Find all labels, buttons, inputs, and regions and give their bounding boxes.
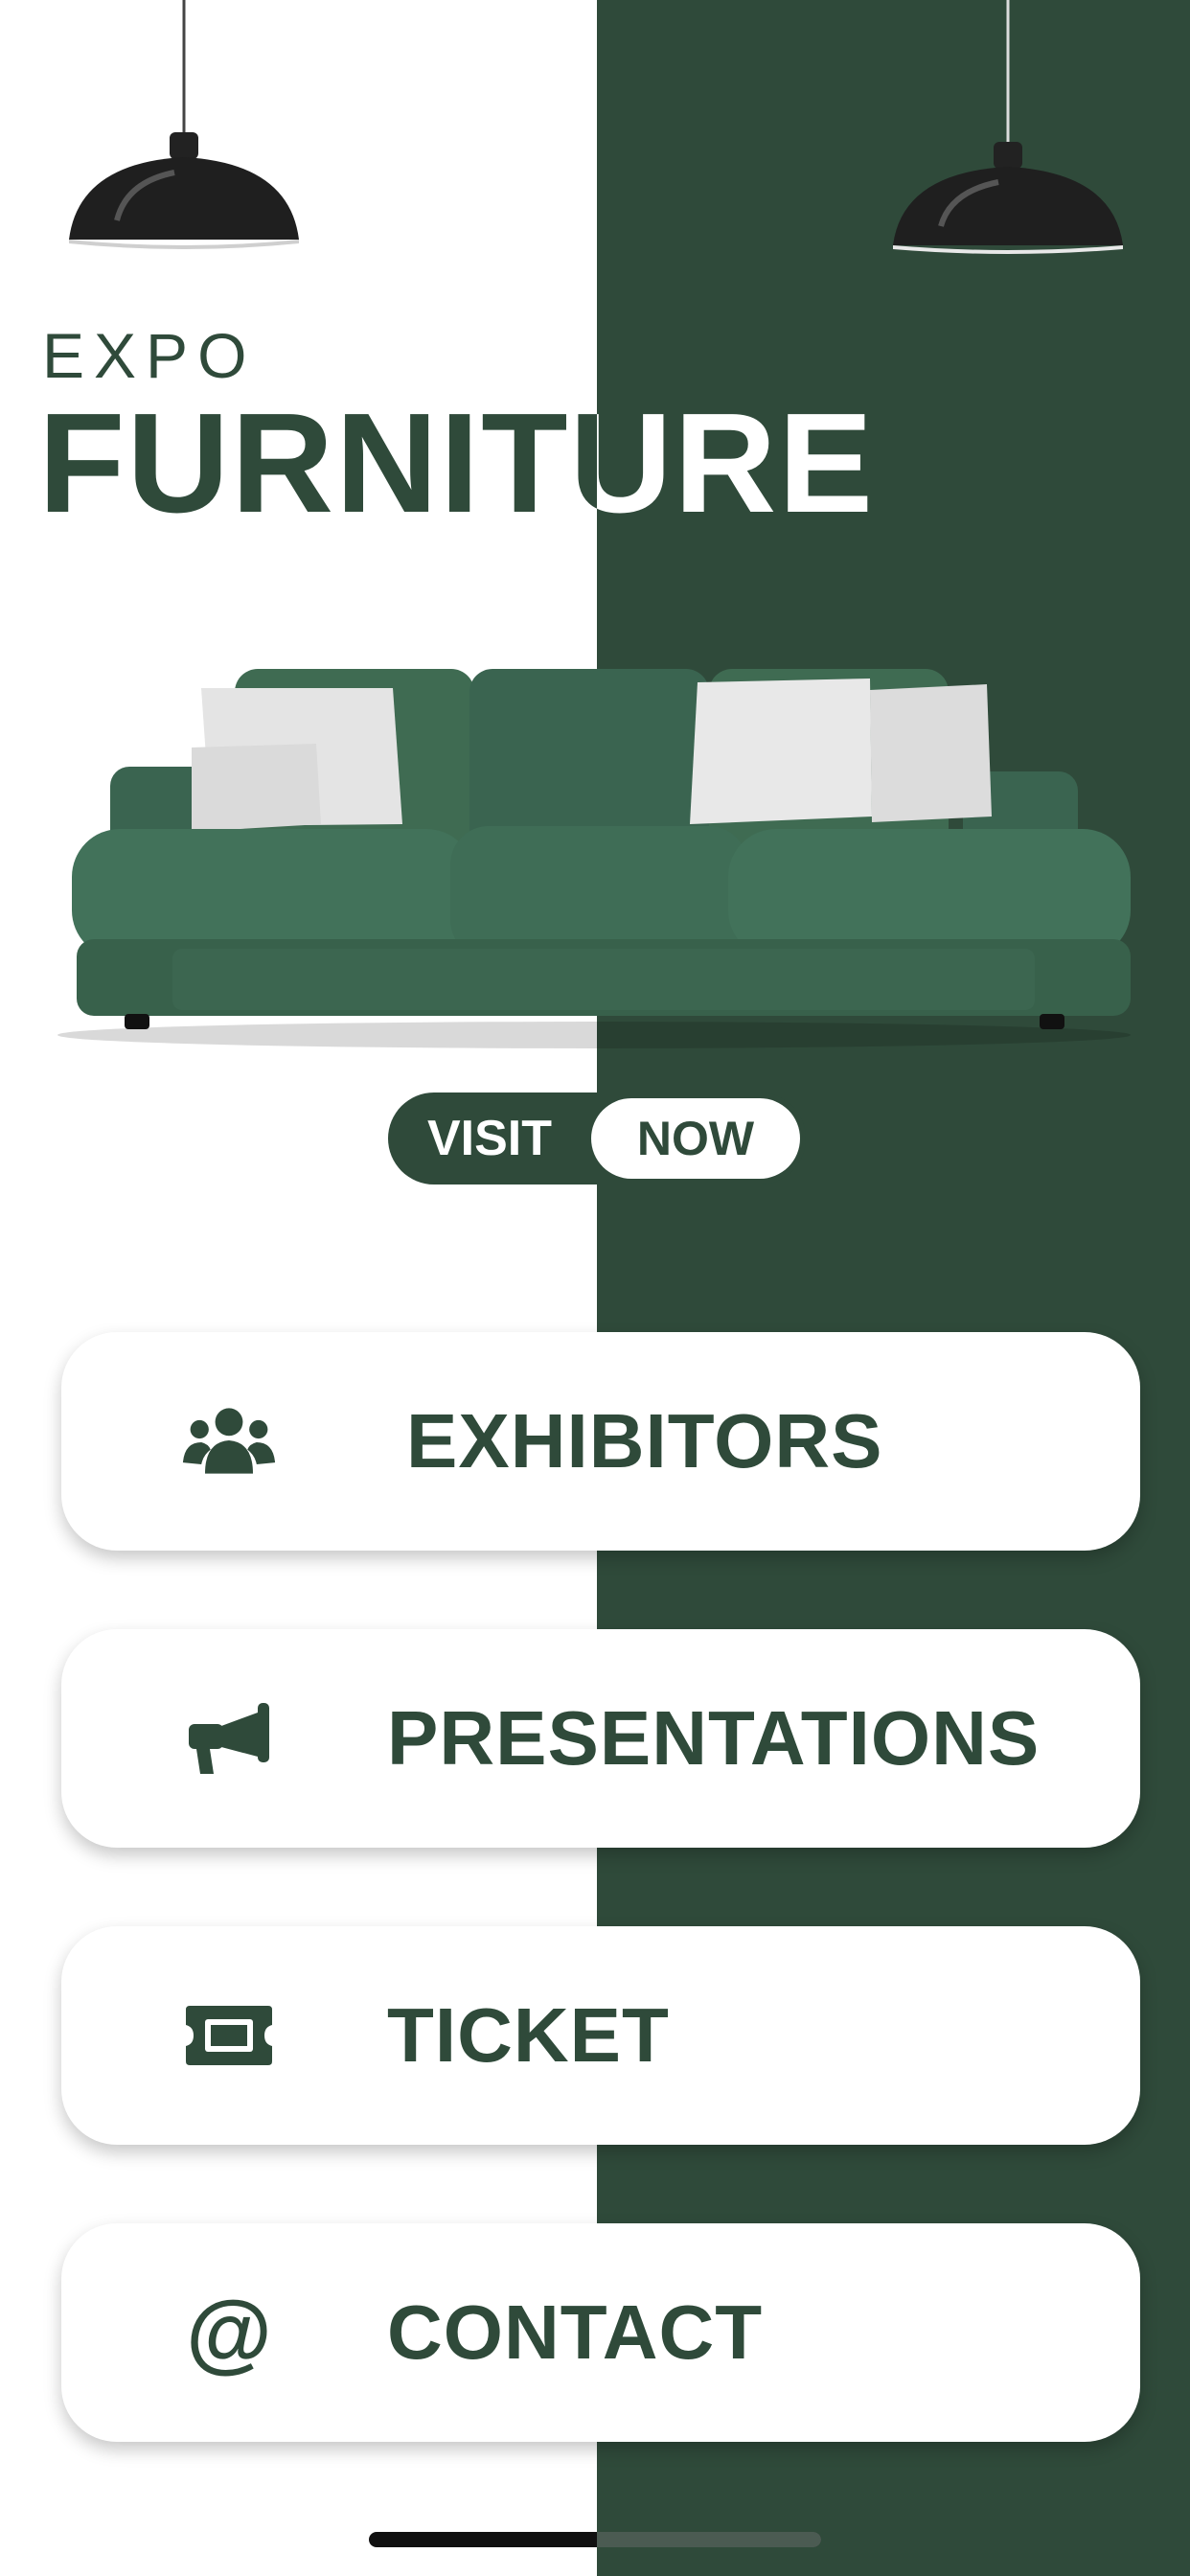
pendant-lamp-right	[893, 0, 1123, 254]
ticket-button[interactable]: TICKET	[61, 1926, 1140, 2145]
ticket-icon	[181, 1988, 277, 2083]
visit-now-button[interactable]: VISIT NOW	[388, 1092, 806, 1184]
background-green-panel	[597, 0, 1190, 2576]
at-sign-glyph: @	[186, 2284, 272, 2381]
now-label: NOW	[591, 1098, 800, 1179]
home-indicator-highlight	[597, 2532, 821, 2547]
megaphone-icon	[181, 1690, 277, 1786]
exhibitors-button[interactable]: EXHIBITORS	[61, 1332, 1140, 1551]
contact-button[interactable]: @ CONTACT	[61, 2223, 1140, 2442]
at-sign-icon: @	[181, 2285, 277, 2380]
furniture-title: FURNITURE FURNITURE	[38, 393, 996, 535]
presentations-label: PRESENTATIONS	[387, 1695, 1041, 1781]
contact-label: CONTACT	[387, 2289, 764, 2375]
ticket-label: TICKET	[387, 1992, 670, 2078]
users-group-icon	[181, 1393, 277, 1489]
pendant-lamp-left	[69, 0, 299, 249]
presentations-button[interactable]: PRESENTATIONS	[61, 1629, 1140, 1848]
sofa-image	[57, 669, 1131, 1048]
exhibitors-label: EXHIBITORS	[406, 1398, 883, 1484]
expo-pretitle: EXPO	[42, 320, 257, 391]
visit-label: VISIT	[426, 1111, 553, 1166]
